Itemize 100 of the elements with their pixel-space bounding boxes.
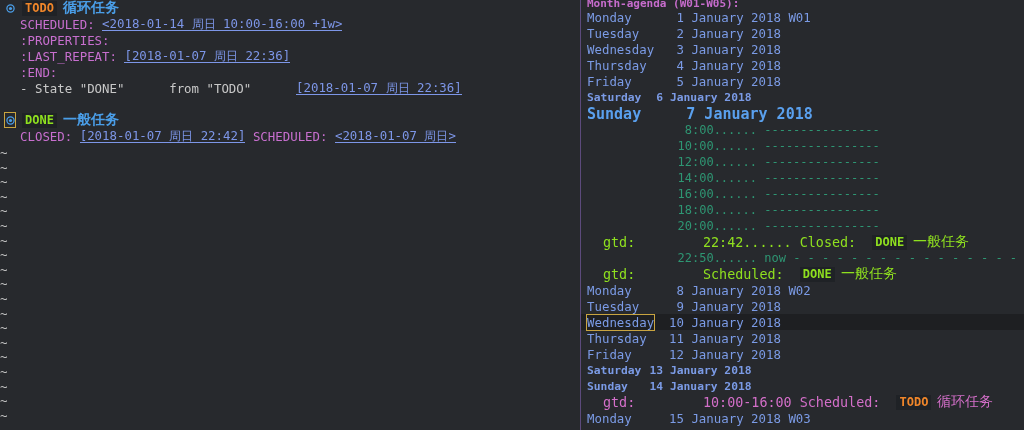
category-label: gtd: <box>603 234 637 250</box>
time-slot: 14:00...... <box>587 171 757 185</box>
day-name: Wednesday <box>587 314 655 330</box>
item-time: 10:00-16:00 <box>703 394 792 410</box>
property-label: :END: <box>20 64 58 80</box>
day-name: Saturday <box>587 90 642 104</box>
date-link[interactable]: <2018-01-14 周日 10:00-16:00 +1w> <box>102 17 343 31</box>
week-number: W03 <box>788 410 811 426</box>
time-slot: 12:00...... <box>587 155 757 169</box>
empty-line-marker: ~ <box>0 247 8 263</box>
day-number: 2 <box>675 25 684 41</box>
property-label: :PROPERTIES: <box>20 32 110 48</box>
current-time: 22:50...... <box>676 251 757 265</box>
day-number: 15 <box>669 410 684 426</box>
day-number: 5 <box>675 73 684 89</box>
heading-title: 循环任务 <box>62 0 119 17</box>
month-year: January 2018 <box>691 41 781 57</box>
now-label: now <box>764 251 786 265</box>
slot-rule: ---------------- <box>764 123 880 137</box>
item-title[interactable]: 一般任务 <box>840 265 897 283</box>
day-number: 4 <box>675 57 684 73</box>
empty-line-marker: ~ <box>0 305 8 321</box>
month-year: January 2018 <box>691 9 781 25</box>
slot-rule: ---------------- <box>764 203 880 217</box>
date-link[interactable]: [2018-01-07 周日 22:36] <box>296 81 462 95</box>
date-link[interactable]: <2018-01-07 周日> <box>334 129 456 143</box>
day-number: 12 <box>669 346 684 362</box>
empty-line-marker: ~ <box>0 276 8 292</box>
empty-line-marker: ~ <box>0 145 8 160</box>
empty-line-marker: ~ <box>0 393 8 409</box>
day-number: 7 <box>685 104 696 123</box>
category-label: gtd: <box>603 394 637 410</box>
time-slot: 8:00...... <box>587 123 757 137</box>
day-number: 10 <box>669 314 684 330</box>
item-time: 22:42...... <box>703 234 792 250</box>
item-title[interactable]: 一般任务 <box>913 233 970 251</box>
day-name: Monday <box>587 282 632 298</box>
time-slot: 16:00...... <box>587 187 757 201</box>
day-name: Saturday <box>587 363 642 377</box>
empty-line-marker: ~ <box>0 378 8 394</box>
slot-rule: ---------------- <box>764 155 880 169</box>
empty-line-marker: ~ <box>0 203 8 219</box>
property-label: SCHEDULED: <box>20 16 95 32</box>
day-name: Monday <box>587 410 632 426</box>
empty-line-marker: ~ <box>0 174 8 190</box>
day-number: 13 <box>649 363 664 377</box>
day-number: 11 <box>669 330 684 346</box>
month-year: January 2018 <box>691 410 781 426</box>
day-name: Friday <box>587 73 632 89</box>
slot-rule: ---------------- <box>764 139 880 153</box>
month-year: January 2018 <box>691 314 781 330</box>
category-label: gtd: <box>603 266 637 282</box>
empty-line-marker: ~ <box>0 188 8 204</box>
property-label: CLOSED: <box>20 128 73 144</box>
log-text: from "TODO" <box>169 80 252 96</box>
month-year: January 2018 <box>691 330 781 346</box>
month-year: January 2018 <box>691 73 781 89</box>
item-label: Scheduled: <box>799 394 881 410</box>
status-keyword: DONE <box>872 234 908 250</box>
week-number: W01 <box>788 9 811 25</box>
date-link[interactable]: [2018-01-07 周日 22:36] <box>124 49 291 63</box>
status-keyword: DONE <box>22 112 57 128</box>
empty-line-marker: ~ <box>0 159 8 175</box>
week-number: W02 <box>788 282 811 298</box>
day-name: Tuesday <box>587 25 640 41</box>
day-name: Friday <box>587 346 632 362</box>
time-slot: 20:00...... <box>587 219 757 233</box>
status-keyword: TODO <box>896 394 932 410</box>
day-number: 3 <box>675 41 684 57</box>
time-slot: 10:00...... <box>587 139 757 153</box>
month-year: January 2018 <box>691 57 781 73</box>
status-keyword: DONE <box>799 266 835 282</box>
day-name: Monday <box>587 9 632 25</box>
day-name: Thursday <box>587 57 647 73</box>
slot-rule: ---------------- <box>764 219 880 233</box>
day-number: 6 <box>655 90 664 104</box>
empty-line-marker: ~ <box>0 334 8 350</box>
heading-bullet-icon <box>5 3 15 13</box>
property-label: :LAST_REPEAT: <box>20 48 117 64</box>
log-text: - State "DONE" <box>20 80 125 96</box>
month-year: January 2018 <box>669 363 752 377</box>
month-year: January 2018 <box>669 379 752 393</box>
month-year: January 2018 <box>691 282 781 298</box>
empty-line-marker: ~ <box>0 261 8 277</box>
day-number: 8 <box>675 282 684 298</box>
now-rule: - - - - - - - - - - - - - - - - <box>793 251 1018 265</box>
property-label: SCHEDULED: <box>252 128 328 144</box>
empty-line-marker: ~ <box>0 407 8 423</box>
empty-line-marker: ~ <box>0 363 8 379</box>
item-title[interactable]: 循环任务 <box>937 393 994 411</box>
month-year: January 2018 <box>669 90 752 104</box>
day-name: Thursday <box>587 330 647 346</box>
day-name: Tuesday <box>587 298 640 314</box>
empty-line-marker: ~ <box>0 232 8 248</box>
status-keyword: TODO <box>22 0 57 16</box>
day-number: 1 <box>675 9 684 25</box>
day-name: Sunday <box>587 379 628 393</box>
date-link[interactable]: [2018-01-07 周日 22:42] <box>79 129 246 143</box>
month-year: January 2018 <box>704 104 813 123</box>
heading-title: 一般任务 <box>62 111 119 129</box>
